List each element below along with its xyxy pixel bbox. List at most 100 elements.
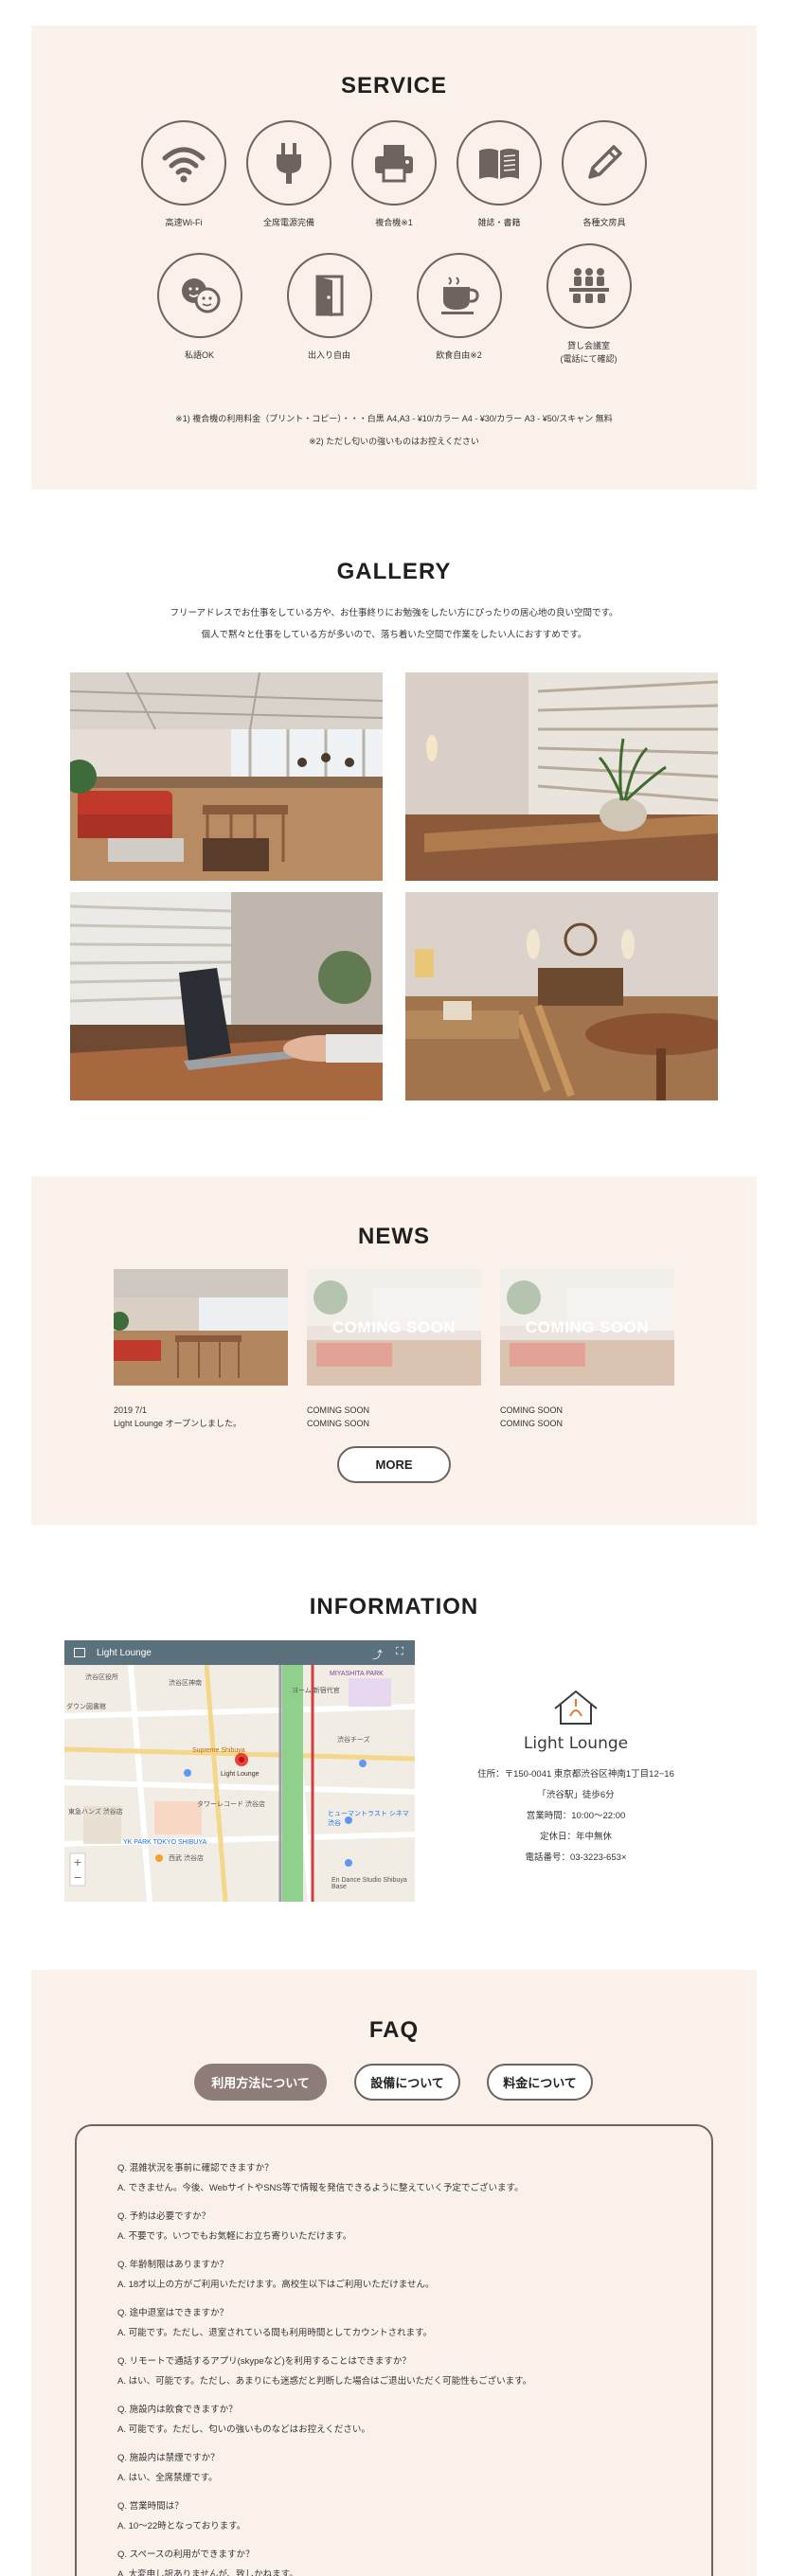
faq-question: Q. 予約は必要ですか？	[117, 2211, 211, 2222]
news-card[interactable]: COMING SOON COMING SOON COMING SOON	[307, 1269, 481, 1430]
faq-answer: A. 不要です。いつでもお気軽にお立ち寄りいただけます。	[117, 2231, 352, 2242]
meeting-room-icon	[546, 243, 632, 329]
gallery-photo-laptop	[70, 892, 383, 1100]
faq-question: Q. スペースの利用ができますか？	[117, 2549, 255, 2560]
news-card[interactable]: COMING SOON COMING SOON COMING SOON	[500, 1269, 674, 1430]
faq-answer: A. 可能です。ただし、退室されている間も利用時間としてカウントされます。	[117, 2328, 433, 2338]
news-headline: COMING SOON	[500, 1419, 564, 1428]
faq-answer: A. はい、可能です。ただし、あまりにも迷惑だと判断した場合はご退出いただく可能…	[117, 2376, 532, 2387]
map-pin-label: Light Lounge	[221, 1771, 260, 1778]
service-item-chat: 私語OK	[134, 253, 264, 366]
map-place-label: MIYASHITA PARK	[330, 1671, 384, 1677]
faq-answer: A. 可能です。ただし、匂いの強いものなどはお控えください。	[117, 2424, 370, 2435]
gallery-title: GALLERY	[336, 559, 452, 584]
map-fullscreen-icon[interactable]: ⛶	[396, 1646, 403, 1658]
information-details: Light Lounge 住所：〒150-0041 東京都渋谷区神南1丁目12−…	[445, 1688, 707, 1869]
service-row: 高速Wi-Fi 全席電源完備 複合機※1 雑誌・書籍 各種文房具	[31, 120, 757, 229]
svg-text:+: +	[73, 1856, 81, 1869]
light-lounge-logo: Light Lounge	[445, 1688, 707, 1753]
pencil-icon	[562, 120, 647, 206]
faq-question: Q. 混雑状況を事前に確認できますか？	[117, 2163, 274, 2174]
info-holiday: 定休日：年中無休	[539, 1832, 612, 1842]
news-headline: Light Lounge オープンしました。	[114, 1419, 242, 1428]
service-label-line2: (電話にて確認)	[560, 354, 618, 364]
power-plug-icon	[246, 120, 331, 206]
news-text: 2019 7/1 Light Lounge オープンしました。	[114, 1404, 288, 1430]
service-label: 飲食自由※2	[436, 350, 482, 360]
coffee-cup-icon	[416, 253, 502, 338]
faq-question: Q. 施設内は禁煙ですか？	[117, 2453, 220, 2463]
map-embed[interactable]: + − Light Lounge ⤴ ⛶ Light Lounge 渋谷区役所 …	[64, 1640, 415, 1902]
news-more-button[interactable]: MORE	[337, 1446, 451, 1483]
gallery-photo-counter	[405, 672, 718, 881]
brand-name: Light Lounge	[523, 1734, 629, 1753]
faq-item: Q. 施設内は禁煙ですか？ A. はい、全席禁煙です。	[117, 2448, 220, 2488]
news-coming-soon-overlay: COMING SOON	[331, 1317, 457, 1336]
faq-answer: A. 18才以上の方がご利用いただけます。高校生以下はご利用いただけません。	[117, 2280, 435, 2290]
gallery-description-1: フリーアドレスでお仕事をしている方や、お仕事終りにお勉強をしたい方にぴったりの居…	[170, 608, 618, 618]
map-place-label: ヨーム 新宿代官	[292, 1688, 340, 1694]
gallery-section: GALLERY フリーアドレスでお仕事をしている方や、お仕事終りにお勉強をしたい…	[0, 490, 788, 1176]
news-title: NEWS	[358, 1224, 430, 1249]
house-lamp-icon	[554, 1690, 598, 1725]
news-thumbnail[interactable]: COMING SOON	[500, 1269, 674, 1386]
service-item-stationery: 各種文房具	[552, 120, 657, 229]
faq-question: Q. 途中退室はできますか？	[117, 2308, 229, 2318]
map-title: Light Lounge	[97, 1647, 152, 1658]
gallery-description-2: 個人で黙々と仕事をしている方が多いので、落ち着いた空間で作業をしたい人におすすめ…	[201, 630, 587, 640]
service-label: 雑誌・書籍	[477, 218, 521, 227]
tab-usage[interactable]: 利用方法について	[194, 2064, 327, 2101]
news-thumbnail[interactable]: COMING SOON	[307, 1269, 481, 1386]
news-section: NEWS 2019 7/1 Light Lounge オープンしました。 COM…	[31, 1176, 757, 1525]
news-text: COMING SOON COMING SOON	[500, 1404, 674, 1430]
map-menu-icon[interactable]	[74, 1648, 85, 1657]
news-text: COMING SOON COMING SOON	[307, 1404, 481, 1430]
tab-facilities[interactable]: 設備について	[354, 2064, 460, 2101]
printer-icon	[351, 120, 437, 206]
gallery-photo-lounge	[70, 672, 383, 881]
map-place-label: ヒューマントラスト シネマ渋谷	[328, 1811, 409, 1827]
faq-item: Q. 予約は必要ですか？ A. 不要です。いつでもお気軽にお立ち寄りいただけます。	[117, 2207, 351, 2246]
map-place-label: En Dance Studio Shibuya Base	[331, 1877, 407, 1890]
news-date: COMING SOON	[307, 1405, 370, 1415]
service-item-meeting-room: 貸し会議室 (電話にて確認)	[524, 243, 654, 366]
news-card[interactable]: 2019 7/1 Light Lounge オープンしました。	[114, 1269, 288, 1430]
faq-answer: A. はい、全席禁煙です。	[117, 2473, 218, 2483]
service-item-wifi: 高速Wi-Fi	[132, 120, 237, 229]
service-label: 出入り自由	[307, 350, 350, 360]
info-address: 住所：〒150-0041 東京都渋谷区神南1丁目12−16	[477, 1769, 674, 1780]
info-phone: 電話番号：03-3223-653×	[525, 1852, 627, 1863]
tab-pricing[interactable]: 料金について	[487, 2064, 593, 2101]
map-place-label: Supreme Shibuya	[192, 1747, 245, 1754]
service-title: SERVICE	[341, 73, 447, 98]
service-label: 複合機※1	[375, 218, 413, 227]
faq-list: Q. 混雑状況を事前に確認できますか？ A. できません。今後、WebサイトやSN…	[75, 2124, 713, 2576]
faq-item: Q. 施設内は飲食できますか？ A. 可能です。ただし、匂いの強いものなどはお控え…	[117, 2400, 370, 2440]
service-item-power: 全席電源完備	[237, 120, 342, 229]
service-label: 各種文房具	[582, 218, 626, 227]
door-icon	[286, 253, 372, 338]
faq-answer: A. できません。今後、WebサイトやSNS等で情報を発信できるように整えていく…	[117, 2183, 524, 2193]
map-share-icon[interactable]: ⤴	[372, 1647, 383, 1662]
faq-title: FAQ	[368, 2017, 420, 2043]
service-label: 貸し会議室 (電話にて確認)	[561, 339, 618, 366]
service-item-food: 飲食自由※2	[394, 253, 524, 366]
faq-item: Q. 混雑状況を事前に確認できますか？ A. できません。今後、WebサイトやSN…	[117, 2158, 524, 2198]
map-header: Light Lounge ⤴ ⛶	[64, 1640, 415, 1665]
news-coming-soon-overlay: COMING SOON	[525, 1317, 650, 1336]
faq-section: FAQ 利用方法について 設備について 料金について Q. 混雑状況を事前に確認…	[31, 1970, 757, 2576]
map-place-label: 東急ハンズ 渋谷店	[68, 1809, 123, 1816]
faq-question: Q. 年齢制限はありますか？	[117, 2260, 229, 2270]
faq-answer: A. 大変申し訳ありませんが、致しかねます。	[117, 2569, 298, 2576]
service-row: 私語OK 出入り自由 飲食自由※2 貸し会議室 (電話にて確認)	[31, 243, 757, 366]
news-date: 2019 7/1	[114, 1405, 148, 1415]
faq-item: Q. リモートで通話するアプリ(skypeなど)を利用することはできますか？ A.…	[117, 2352, 531, 2391]
info-hours: 営業時間：10:00～22:00	[526, 1811, 626, 1821]
service-label: 全席電源完備	[262, 218, 314, 227]
service-item-books: 雑誌・書籍	[447, 120, 552, 229]
news-thumbnail[interactable]	[114, 1269, 288, 1386]
news-headline: COMING SOON	[307, 1419, 370, 1428]
service-label: 高速Wi-Fi	[165, 218, 203, 227]
information-section: INFORMATION + − Light Lounge ⤴ ⛶ Light L…	[0, 1525, 788, 1970]
faq-item: Q. 途中退室はできますか？ A. 可能です。ただし、退室されている間も利用時間と…	[117, 2303, 432, 2343]
